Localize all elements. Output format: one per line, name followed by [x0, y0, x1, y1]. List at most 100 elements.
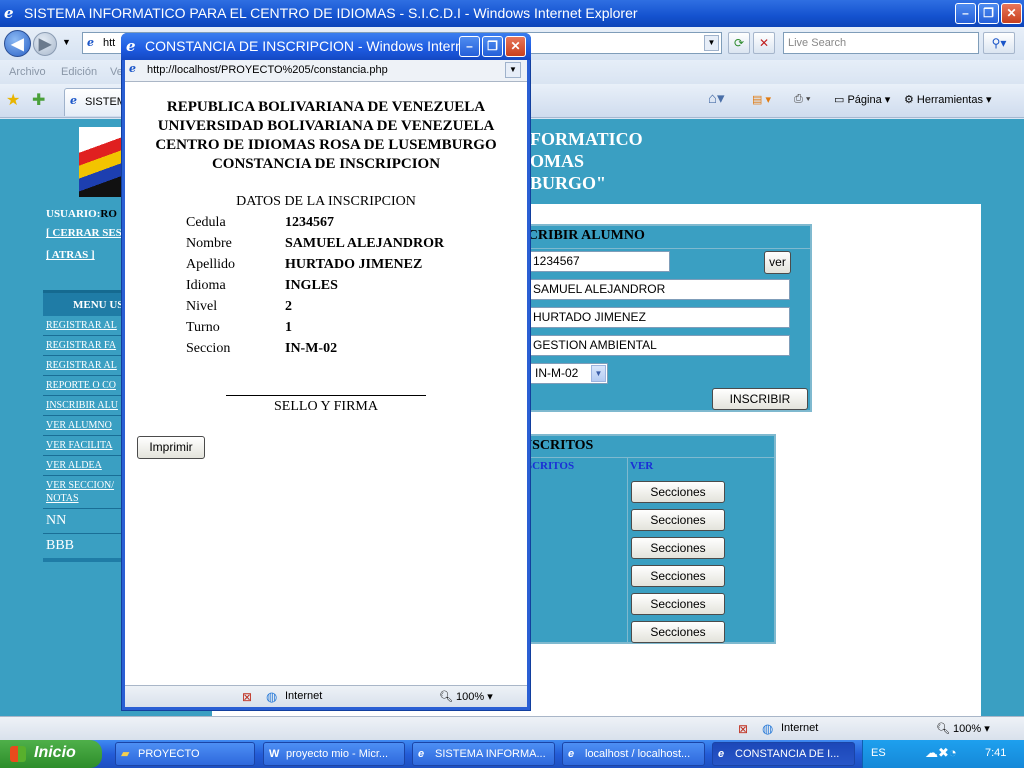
menu-item-registrar-alumno[interactable]: REGISTRAR AL [46, 320, 117, 331]
popup-zoom-value: 100% [456, 691, 485, 703]
favorites-star-icon[interactable]: ★ [6, 90, 20, 110]
popup-minimize-button[interactable]: – [459, 36, 480, 57]
label-turno: Turno [186, 320, 220, 335]
menu-item-ver-aldea[interactable]: VER ALDEA [46, 460, 102, 471]
popup-title-bar: e CONSTANCIA DE INSCRIPCION - Windows In… [121, 33, 531, 60]
popup-address-dropdown-icon[interactable]: ▼ [505, 62, 521, 78]
nombre-field[interactable]: SAMUEL ALEJANDROR [528, 279, 790, 300]
tray-icons[interactable]: ☁✖◔ [925, 745, 957, 761]
page-icon: e [87, 36, 94, 49]
user-label: USUARIO: [46, 208, 101, 220]
tools-menu[interactable]: ⚙ Herramientas ▾ [904, 93, 992, 106]
popup-address-bar[interactable]: e http://localhost/PROYECTO%205/constanc… [125, 60, 527, 82]
task-sistema[interactable]: e SISTEMA INFORMA... [412, 742, 555, 766]
menu-item-registrar-facilitador[interactable]: REGISTRAR FA [46, 340, 116, 351]
label-seccion: Seccion [186, 341, 231, 356]
task-constancia-label: CONSTANCIA DE I... [735, 748, 840, 760]
value-seccion: IN-M-02 [285, 341, 338, 356]
live-search-input[interactable]: Live Search [783, 32, 979, 54]
popup-zone-label: Internet [285, 690, 323, 702]
task-constancia[interactable]: e CONSTANCIA DE I... [712, 742, 855, 766]
menu-item-notas[interactable]: NOTAS [46, 493, 79, 504]
secciones-button[interactable]: Secciones [631, 537, 725, 559]
task-word-label: proyecto mio - Micr... [286, 748, 389, 760]
logout-link[interactable]: [ CERRAR SES [46, 227, 122, 239]
aldea-field[interactable]: GESTION AMBIENTAL [528, 335, 790, 356]
menu-item-ver-alumno[interactable]: VER ALUMNO [46, 420, 112, 431]
popup-maximize-button[interactable]: ❐ [482, 36, 503, 57]
label-idioma: Idioma [186, 278, 226, 293]
refresh-icon[interactable]: ⟳ [728, 32, 750, 54]
minimize-button[interactable]: – [955, 3, 976, 24]
header-universidad: UNIVERSIDAD BOLIVARIANA DE VENEZUELA [157, 118, 495, 134]
popup-status-bar: ⊠ ◍ Internet 🔍︎ 100% ▾ [125, 685, 527, 707]
inscribir-button[interactable]: INSCRIBIR [712, 388, 808, 410]
home-icon[interactable]: ⌂▾ [708, 89, 725, 107]
word-icon: W [269, 748, 280, 760]
value-idioma: INGLES [285, 278, 338, 293]
stop-icon[interactable]: ✕ [753, 32, 775, 54]
print-icon[interactable]: ⎙ ▾ [794, 93, 810, 106]
menu-item-bbb[interactable]: BBB [46, 538, 74, 554]
seccion-select[interactable]: IN-M-02 ▼ [528, 363, 608, 384]
tab-label: SISTEM [85, 96, 126, 108]
popup-zoom[interactable]: 🔍︎ 100% ▾ [439, 690, 493, 703]
windows-logo-icon [10, 746, 26, 762]
cedula-field[interactable]: 1234567 [528, 251, 670, 272]
ver-button[interactable]: ver [764, 251, 791, 274]
header-centro: CENTRO DE IDIOMAS ROSA DE LUSEMBURGO [155, 137, 497, 153]
page-menu[interactable]: ▭ Página ▾ [834, 93, 890, 106]
popup-url: http://localhost/PROYECTO%205/constancia… [147, 64, 388, 76]
header-republica: REPUBLICA BOLIVARIANA DE VENEZUELA [166, 99, 486, 115]
table-divider [514, 457, 774, 458]
language-indicator[interactable]: ES [871, 747, 886, 759]
value-nombre: SAMUEL ALEJANDROR [285, 236, 445, 251]
ie-icon: e [418, 748, 425, 760]
feeds-icon[interactable]: ▤ ▾ [752, 93, 771, 106]
address-text: htt [103, 37, 116, 49]
close-button[interactable]: ✕ [1001, 3, 1022, 24]
maximize-button[interactable]: ❐ [978, 3, 999, 24]
column-header-ver: VER [630, 460, 654, 472]
menu-item-ver-facilitador[interactable]: VER FACILITA [46, 440, 113, 451]
menu-archivo[interactable]: Archivo [9, 60, 46, 84]
secciones-button[interactable]: Secciones [631, 593, 725, 615]
task-proyecto[interactable]: ▰ PROYECTO [115, 742, 255, 766]
secciones-button[interactable]: Secciones [631, 481, 725, 503]
user-value: RO [100, 208, 117, 220]
main-zoom[interactable]: 🔍︎ 100% ▾ [936, 722, 990, 735]
popup-ie-icon: e [126, 37, 136, 55]
page-menu-label: Página [847, 94, 882, 106]
secciones-button[interactable]: Secciones [631, 565, 725, 587]
secciones-button[interactable]: Secciones [631, 621, 725, 643]
address-dropdown-icon[interactable]: ▼ [704, 35, 719, 51]
menu-item-inscribir-alumno[interactable]: INSCRIBIR ALU [46, 400, 118, 411]
popup-close-button[interactable]: ✕ [505, 36, 526, 57]
start-button[interactable]: Inicio [0, 740, 102, 768]
search-icon[interactable]: ⚲▾ [983, 32, 1015, 54]
task-word[interactable]: Wproyecto mio - Micr... [263, 742, 405, 766]
back-button[interactable]: ◀ [4, 30, 31, 57]
menu-item-nn[interactable]: NN [46, 513, 66, 529]
apellido-field[interactable]: HURTADO JIMENEZ [528, 307, 790, 328]
popup-page-icon: e [129, 62, 136, 75]
menu-edicion[interactable]: Edición [61, 60, 97, 84]
ie-logo-icon: e [4, 4, 14, 22]
task-localhost[interactable]: e localhost / localhost... [562, 742, 705, 766]
value-apellido: HURTADO JIMENEZ [285, 257, 423, 272]
secciones-button[interactable]: Secciones [631, 509, 725, 531]
menu-item-registrar-aldea[interactable]: REGISTRAR AL [46, 360, 117, 371]
add-favorites-icon[interactable]: ✚ [32, 90, 45, 110]
seccion-select-value: IN-M-02 [535, 366, 579, 380]
recent-pages-chevron-icon[interactable]: ▼ [62, 37, 71, 47]
forward-button[interactable]: ▶ [33, 32, 57, 56]
menu-item-ver-seccion[interactable]: VER SECCION/ [46, 480, 114, 491]
task-proyecto-label: PROYECTO [138, 748, 200, 760]
site-logo [79, 127, 123, 197]
column-header-inscritos: SCRITOS [526, 460, 575, 472]
back-link[interactable]: [ ATRAS ] [46, 249, 95, 261]
value-cedula: 1234567 [285, 215, 334, 230]
menu-item-reporte[interactable]: REPORTE O CO [46, 380, 116, 391]
print-button[interactable]: Imprimir [137, 436, 205, 459]
form-divider [514, 248, 810, 249]
